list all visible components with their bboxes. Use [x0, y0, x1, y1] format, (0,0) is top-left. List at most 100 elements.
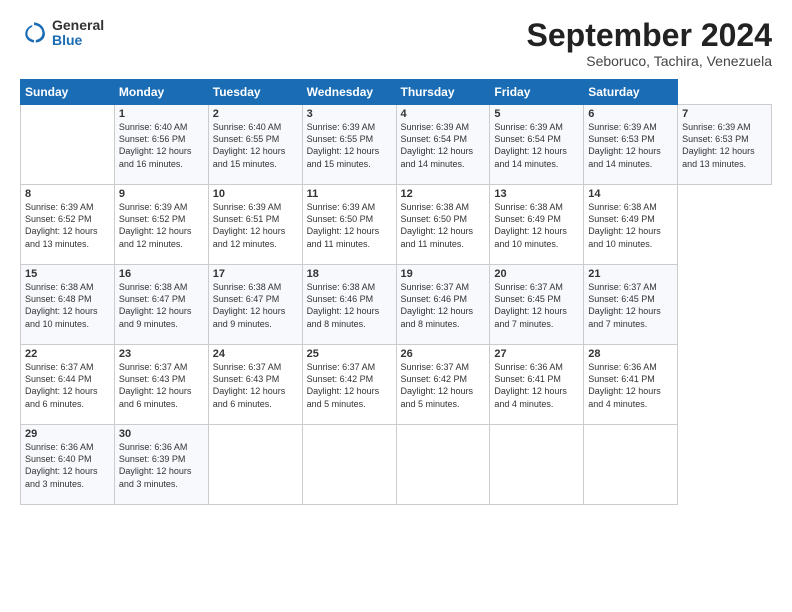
day-cell: 4Sunrise: 6:39 AMSunset: 6:54 PMDaylight… [396, 105, 490, 185]
day-cell: 11Sunrise: 6:39 AMSunset: 6:50 PMDayligh… [302, 185, 396, 265]
logo-icon [20, 19, 48, 47]
logo-text: General Blue [52, 18, 104, 49]
day-number: 6 [588, 108, 673, 120]
day-cell: 8 Sunrise: 6:39 AMSunset: 6:52 PMDaylight… [21, 185, 115, 265]
day-info: Sunrise: 6:37 AMSunset: 6:45 PMDaylight:… [588, 282, 661, 328]
day-number: 14 [588, 188, 673, 200]
day-info: Sunrise: 6:36 AMSunset: 6:40 PMDaylight:… [25, 442, 98, 488]
day-cell: 23Sunrise: 6:37 AMSunset: 6:43 PMDayligh… [114, 345, 208, 425]
col-sunday: Sunday [21, 80, 115, 105]
day-info: Sunrise: 6:36 AMSunset: 6:39 PMDaylight:… [119, 442, 192, 488]
day-number: 29 [25, 428, 110, 440]
day-number: 30 [119, 428, 204, 440]
calendar-header: Sunday Monday Tuesday Wednesday Thursday… [21, 80, 772, 105]
calendar-page: General Blue September 2024 Seboruco, Ta… [0, 0, 792, 612]
day-cell [584, 425, 678, 505]
day-info: Sunrise: 6:38 AMSunset: 6:46 PMDaylight:… [307, 282, 380, 328]
day-number: 8 [25, 188, 110, 200]
day-number: 7 [682, 108, 767, 120]
day-cell: 18 Sunrise: 6:38 AMSunset: 6:46 PMDayligh… [302, 265, 396, 345]
day-number: 9 [119, 188, 204, 200]
day-info: Sunrise: 6:38 AMSunset: 6:48 PMDaylight:… [25, 282, 98, 328]
title-block: September 2024 Seboruco, Tachira, Venezu… [527, 18, 772, 69]
day-number: 27 [494, 348, 579, 360]
week-row-2: 8 Sunrise: 6:39 AMSunset: 6:52 PMDaylight… [21, 185, 772, 265]
day-info: Sunrise: 6:39 AMSunset: 6:54 PMDaylight:… [401, 122, 474, 168]
day-info: Sunrise: 6:39 AMSunset: 6:53 PMDaylight:… [682, 122, 755, 168]
day-info: Sunrise: 6:38 AMSunset: 6:49 PMDaylight:… [494, 202, 567, 248]
day-info: Sunrise: 6:39 AMSunset: 6:54 PMDaylight:… [494, 122, 567, 168]
day-info: Sunrise: 6:37 AMSunset: 6:42 PMDaylight:… [401, 362, 474, 408]
day-number: 24 [213, 348, 298, 360]
calendar-table: Sunday Monday Tuesday Wednesday Thursday… [20, 79, 772, 505]
day-info: Sunrise: 6:38 AMSunset: 6:50 PMDaylight:… [401, 202, 474, 248]
day-number: 12 [401, 188, 486, 200]
day-number: 18 [307, 268, 392, 280]
week-row-5: 29 Sunrise: 6:36 AMSunset: 6:40 PMDayligh… [21, 425, 772, 505]
day-number: 28 [588, 348, 673, 360]
day-info: Sunrise: 6:39 AMSunset: 6:53 PMDaylight:… [588, 122, 661, 168]
day-cell: 25 Sunrise: 6:37 AMSunset: 6:42 PMDayligh… [302, 345, 396, 425]
day-cell: 17Sunrise: 6:38 AMSunset: 6:47 PMDayligh… [208, 265, 302, 345]
day-cell: 9 Sunrise: 6:39 AMSunset: 6:52 PMDaylight… [114, 185, 208, 265]
day-cell: 15 Sunrise: 6:38 AMSunset: 6:48 PMDayligh… [21, 265, 115, 345]
col-monday: Monday [114, 80, 208, 105]
day-number: 22 [25, 348, 110, 360]
day-number: 13 [494, 188, 579, 200]
day-info: Sunrise: 6:37 AMSunset: 6:42 PMDaylight:… [307, 362, 380, 408]
day-cell: 26 Sunrise: 6:37 AMSunset: 6:42 PMDayligh… [396, 345, 490, 425]
day-info: Sunrise: 6:37 AMSunset: 6:44 PMDaylight:… [25, 362, 98, 408]
day-number: 15 [25, 268, 110, 280]
day-info: Sunrise: 6:38 AMSunset: 6:47 PMDaylight:… [119, 282, 192, 328]
location-subtitle: Seboruco, Tachira, Venezuela [527, 53, 772, 69]
day-cell: 21 Sunrise: 6:37 AMSunset: 6:45 PMDayligh… [584, 265, 678, 345]
day-cell: 3Sunrise: 6:39 AMSunset: 6:55 PMDaylight… [302, 105, 396, 185]
day-number: 19 [401, 268, 486, 280]
day-number: 2 [213, 108, 298, 120]
day-number: 20 [494, 268, 579, 280]
col-thursday: Thursday [396, 80, 490, 105]
day-info: Sunrise: 6:36 AMSunset: 6:41 PMDaylight:… [494, 362, 567, 408]
week-row-1: 1 Sunrise: 6:40 AMSunset: 6:56 PMDaylight… [21, 105, 772, 185]
day-cell: 5 Sunrise: 6:39 AMSunset: 6:54 PMDaylight… [490, 105, 584, 185]
day-cell: 19 Sunrise: 6:37 AMSunset: 6:46 PMDayligh… [396, 265, 490, 345]
day-cell [302, 425, 396, 505]
day-info: Sunrise: 6:40 AMSunset: 6:56 PMDaylight:… [119, 122, 192, 168]
day-number: 16 [119, 268, 204, 280]
day-cell: 29 Sunrise: 6:36 AMSunset: 6:40 PMDayligh… [21, 425, 115, 505]
col-friday: Friday [490, 80, 584, 105]
day-cell [208, 425, 302, 505]
day-cell: 20 Sunrise: 6:37 AMSunset: 6:45 PMDayligh… [490, 265, 584, 345]
day-number: 1 [119, 108, 204, 120]
col-tuesday: Tuesday [208, 80, 302, 105]
day-info: Sunrise: 6:37 AMSunset: 6:46 PMDaylight:… [401, 282, 474, 328]
day-info: Sunrise: 6:36 AMSunset: 6:41 PMDaylight:… [588, 362, 661, 408]
day-number: 10 [213, 188, 298, 200]
month-title: September 2024 [527, 18, 772, 53]
week-row-3: 15 Sunrise: 6:38 AMSunset: 6:48 PMDayligh… [21, 265, 772, 345]
col-saturday: Saturday [584, 80, 678, 105]
day-info: Sunrise: 6:38 AMSunset: 6:49 PMDaylight:… [588, 202, 661, 248]
day-info: Sunrise: 6:39 AMSunset: 6:50 PMDaylight:… [307, 202, 380, 248]
day-number: 17 [213, 268, 298, 280]
day-number: 5 [494, 108, 579, 120]
header-row: Sunday Monday Tuesday Wednesday Thursday… [21, 80, 772, 105]
day-info: Sunrise: 6:39 AMSunset: 6:51 PMDaylight:… [213, 202, 286, 248]
day-cell: 14 Sunrise: 6:38 AMSunset: 6:49 PMDayligh… [584, 185, 678, 265]
day-number: 25 [307, 348, 392, 360]
day-cell: 7 Sunrise: 6:39 AMSunset: 6:53 PMDaylight… [678, 105, 772, 185]
day-number: 21 [588, 268, 673, 280]
day-info: Sunrise: 6:37 AMSunset: 6:45 PMDaylight:… [494, 282, 567, 328]
day-info: Sunrise: 6:39 AMSunset: 6:52 PMDaylight:… [25, 202, 98, 248]
day-cell: 22 Sunrise: 6:37 AMSunset: 6:44 PMDayligh… [21, 345, 115, 425]
day-cell: 30 Sunrise: 6:36 AMSunset: 6:39 PMDayligh… [114, 425, 208, 505]
day-info: Sunrise: 6:37 AMSunset: 6:43 PMDaylight:… [119, 362, 192, 408]
day-number: 3 [307, 108, 392, 120]
day-info: Sunrise: 6:40 AMSunset: 6:55 PMDaylight:… [213, 122, 286, 168]
day-cell [490, 425, 584, 505]
day-cell: 27 Sunrise: 6:36 AMSunset: 6:41 PMDayligh… [490, 345, 584, 425]
day-info: Sunrise: 6:39 AMSunset: 6:52 PMDaylight:… [119, 202, 192, 248]
day-info: Sunrise: 6:37 AMSunset: 6:43 PMDaylight:… [213, 362, 286, 408]
day-number: 26 [401, 348, 486, 360]
day-cell: 2 Sunrise: 6:40 AMSunset: 6:55 PMDaylight… [208, 105, 302, 185]
